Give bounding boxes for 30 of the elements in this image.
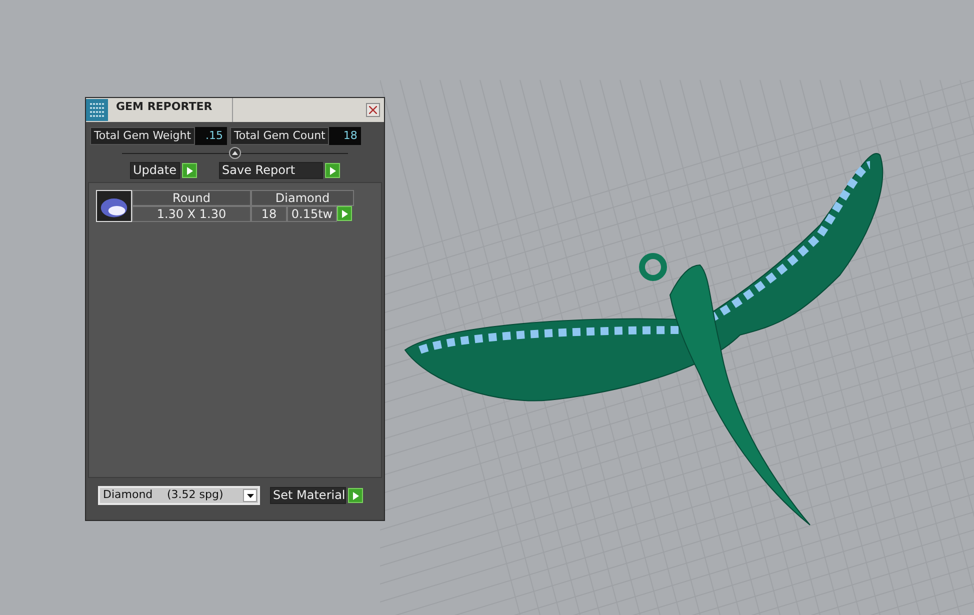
play-icon	[186, 166, 192, 174]
gem-shape: Round	[132, 190, 251, 206]
total-label: Total Gem Weight	[90, 127, 196, 145]
total-label: Total Gem Count	[230, 127, 330, 145]
collapse-handle[interactable]	[229, 147, 241, 159]
material-name: Diamond	[103, 487, 154, 504]
action-button[interactable]: Save Report	[219, 162, 323, 179]
window-title: GEM REPORTER	[116, 99, 214, 115]
close-icon	[369, 106, 377, 114]
play-icon	[342, 210, 348, 218]
go-button[interactable]	[182, 163, 197, 178]
gem-size: 1.30 X 1.30	[132, 206, 251, 222]
gem-weight: 0.15tw	[287, 206, 337, 222]
gem-go-button[interactable]	[337, 206, 352, 221]
go-button[interactable]	[348, 488, 363, 503]
material-dropdown[interactable]: Diamond (3.52 spg)	[98, 486, 260, 505]
gem-icon	[96, 190, 132, 222]
gem-count: 18	[251, 206, 287, 222]
app-icon	[86, 99, 108, 121]
play-icon	[330, 166, 336, 174]
play-icon	[352, 492, 358, 500]
total-value: 18	[329, 127, 362, 145]
total-value: .15	[195, 127, 228, 145]
go-button[interactable]	[325, 163, 340, 178]
gem-material: Diamond	[251, 190, 354, 206]
caret-icon	[232, 151, 238, 155]
action-button[interactable]: Update	[130, 162, 180, 179]
close-button[interactable]	[366, 103, 380, 117]
set-material-button[interactable]: Set Material	[270, 487, 346, 504]
material-density: (3.52 spg)	[167, 487, 224, 504]
